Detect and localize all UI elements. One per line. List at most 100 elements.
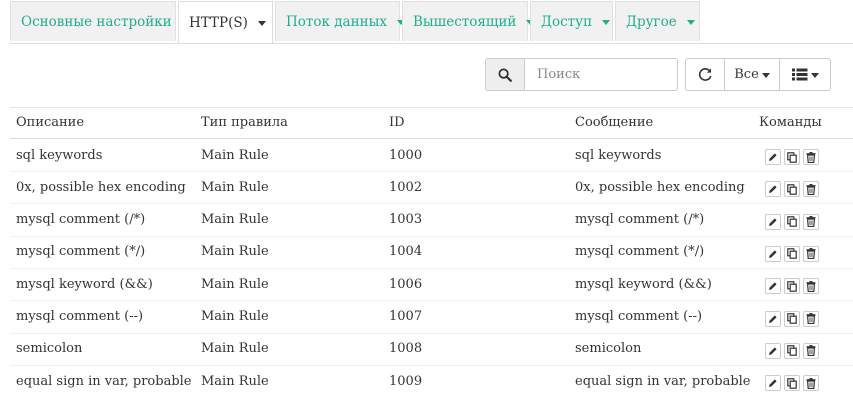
cell-id: 1006 (389, 276, 423, 292)
cell-message: mysql comment (*/) (575, 244, 705, 260)
copy-button[interactable] (784, 213, 800, 230)
chevron-down-icon (810, 73, 819, 78)
copy-icon (787, 248, 797, 260)
header-message[interactable]: Сообщение (575, 107, 750, 138)
tab-bar: Основные настройки HTTP(S) Поток данных … (10, 0, 853, 44)
search-icon (498, 68, 512, 82)
tab-access[interactable]: Доступ (530, 1, 613, 41)
copy-button[interactable] (784, 181, 800, 198)
tab-https[interactable]: HTTP(S) (178, 1, 273, 43)
pencil-icon (768, 281, 778, 291)
delete-button[interactable] (803, 181, 819, 198)
table-header-row: Описание Тип правила ID Сообщение Команд… (10, 107, 853, 139)
delete-button[interactable] (803, 213, 819, 230)
cell-description: mysql keyword (&&) (16, 276, 153, 292)
cell-description: mysql comment (--) (16, 309, 144, 324)
trash-icon (806, 216, 816, 228)
cell-message: 0x, possible hex encoding (575, 179, 745, 195)
search-group (485, 58, 678, 91)
tab-label: Другое (626, 13, 677, 30)
edit-button[interactable] (765, 278, 781, 295)
search-button[interactable] (485, 58, 525, 91)
pencil-icon (768, 314, 778, 324)
search-input[interactable] (525, 58, 678, 91)
cell-id: 1000 (389, 147, 423, 163)
columns-dropdown[interactable] (779, 58, 831, 91)
tab-other[interactable]: Другое (615, 1, 700, 41)
table-row: mysql keyword (&&) Main Rule 1006 mysql key… (10, 268, 853, 302)
cell-description: equal sign in var, probable s… (16, 373, 194, 389)
trash-icon (806, 248, 816, 260)
pencil-icon (768, 184, 778, 194)
edit-button[interactable] (765, 213, 781, 230)
pencil-icon (768, 152, 778, 162)
edit-button[interactable] (765, 342, 781, 359)
cell-message: mysql comment (/*) (575, 212, 705, 228)
pencil-icon (768, 249, 778, 259)
delete-button[interactable] (803, 149, 819, 165)
chevron-down-icon (686, 20, 695, 25)
cell-description: mysql comment (/*) (16, 212, 146, 228)
cell-rule-type: Main Rule (201, 373, 269, 389)
copy-icon (787, 377, 797, 389)
header-commands: Команды (759, 115, 822, 130)
copy-button[interactable] (784, 245, 800, 262)
cell-rule-type: Main Rule (201, 244, 269, 260)
cell-id: 1002 (389, 179, 423, 195)
edit-button[interactable] (765, 181, 781, 198)
table-row: equal sign in var, probable s… Main Rule 1… (10, 365, 853, 396)
cell-message: sql keywords (575, 147, 662, 163)
table-row: semicolon Main Rule 1008 semicolon (10, 333, 853, 366)
trash-icon (806, 345, 816, 357)
chevron-down-icon (761, 73, 770, 78)
trash-icon (806, 313, 816, 324)
tab-label: Доступ (541, 13, 593, 30)
filter-dropdown[interactable]: Все (724, 58, 780, 91)
copy-button[interactable] (784, 342, 800, 359)
tab-label: Вышестоящий (413, 13, 517, 30)
delete-button[interactable] (803, 310, 819, 327)
cell-description: semicolon (16, 341, 83, 357)
pencil-icon (768, 378, 778, 388)
header-id[interactable]: ID (389, 107, 569, 138)
chevron-down-icon (602, 20, 611, 25)
edit-button[interactable] (765, 310, 781, 327)
header-rule-type[interactable]: Тип правила (201, 107, 381, 138)
chevron-down-icon (257, 21, 266, 26)
tab-general-settings[interactable]: Основные настройки (10, 1, 190, 41)
edit-button[interactable] (765, 245, 781, 262)
table-row: sql keywords Main Rule 1000 sql keywords (10, 139, 853, 172)
table-row: mysql comment (/*) Main Rule 1003 mysql com… (10, 204, 853, 237)
tab-data-stream[interactable]: Поток данных (275, 1, 405, 41)
copy-button[interactable] (784, 375, 800, 392)
copy-button[interactable] (784, 149, 800, 165)
delete-button[interactable] (803, 278, 819, 295)
table-controls: Все (685, 58, 831, 91)
cell-id: 1004 (389, 244, 423, 260)
edit-button[interactable] (765, 375, 781, 392)
copy-icon (787, 313, 797, 324)
delete-button[interactable] (803, 375, 819, 392)
refresh-icon (698, 68, 712, 81)
copy-button[interactable] (784, 310, 800, 327)
cell-id: 1003 (389, 212, 423, 228)
cell-id: 1007 (389, 309, 423, 324)
tab-upstream[interactable]: Вышестоящий (402, 1, 535, 41)
edit-button[interactable] (765, 149, 781, 165)
cell-id: 1009 (389, 373, 423, 389)
cell-description: sql keywords (16, 147, 103, 163)
cell-commands (759, 236, 849, 268)
refresh-button[interactable] (685, 58, 725, 91)
cell-commands (759, 171, 849, 203)
trash-icon (806, 151, 816, 163)
cell-message: semicolon (575, 341, 642, 357)
cell-commands (759, 268, 849, 300)
copy-icon (787, 216, 797, 227)
copy-icon (787, 345, 797, 357)
tab-label: Поток данных (286, 13, 387, 30)
header-description[interactable]: Описание (16, 107, 194, 138)
copy-icon (787, 183, 797, 195)
delete-button[interactable] (803, 342, 819, 359)
copy-button[interactable] (784, 278, 800, 295)
delete-button[interactable] (803, 245, 819, 262)
